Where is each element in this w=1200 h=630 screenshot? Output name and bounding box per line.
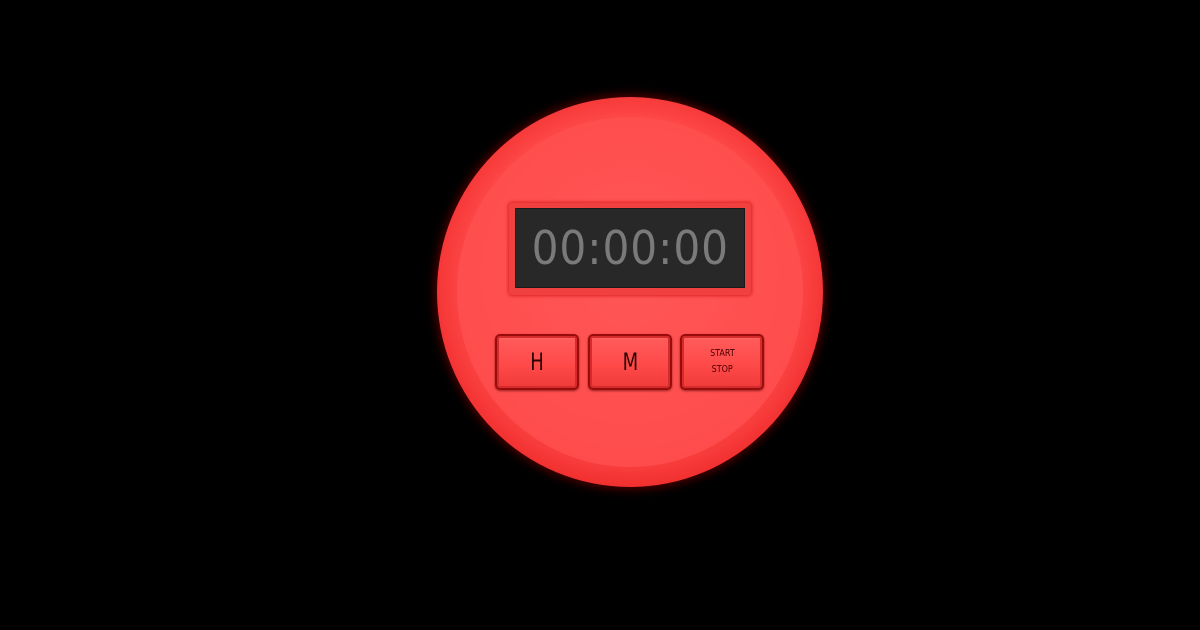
stop-label: STOP xyxy=(711,364,733,375)
time-readout: 00:00:00 xyxy=(531,221,729,275)
minutes-button[interactable]: M xyxy=(588,334,672,390)
time-display: 00:00:00 xyxy=(515,208,745,288)
timer-page: 00:00:00 H M START STOP xyxy=(0,0,1200,630)
minutes-button-label: M xyxy=(622,348,638,376)
hours-button-label: H xyxy=(530,348,544,376)
start-label: START xyxy=(709,348,735,359)
start-stop-button[interactable]: START STOP xyxy=(680,334,764,390)
hours-button[interactable]: H xyxy=(495,334,579,390)
timer-body: 00:00:00 H M START STOP xyxy=(437,97,823,487)
